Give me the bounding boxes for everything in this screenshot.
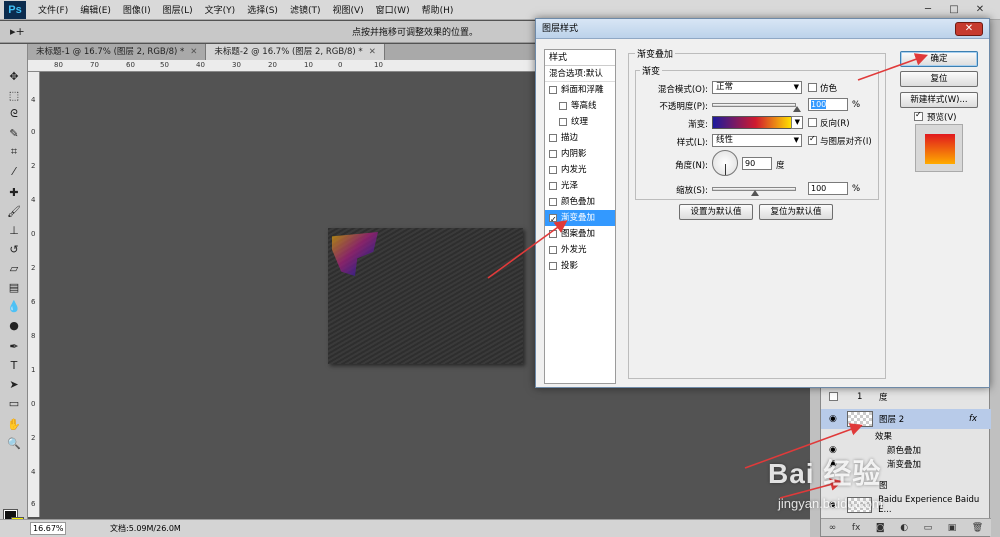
watermark-url: jingyan.baidu.com bbox=[778, 496, 883, 511]
arrow-to-ok-button bbox=[857, 53, 929, 81]
watermark-main: Bai 经验 bbox=[768, 458, 882, 489]
baidu-watermark: Bai 经验 jingyan.baidu.com bbox=[768, 452, 968, 522]
photoshop-window: Ps 文件(F) 编辑(E) 图像(I) 图层(L) 文字(Y) 选择(S) 滤… bbox=[0, 0, 1000, 537]
arrow-to-gradient-overlay bbox=[487, 220, 568, 279]
